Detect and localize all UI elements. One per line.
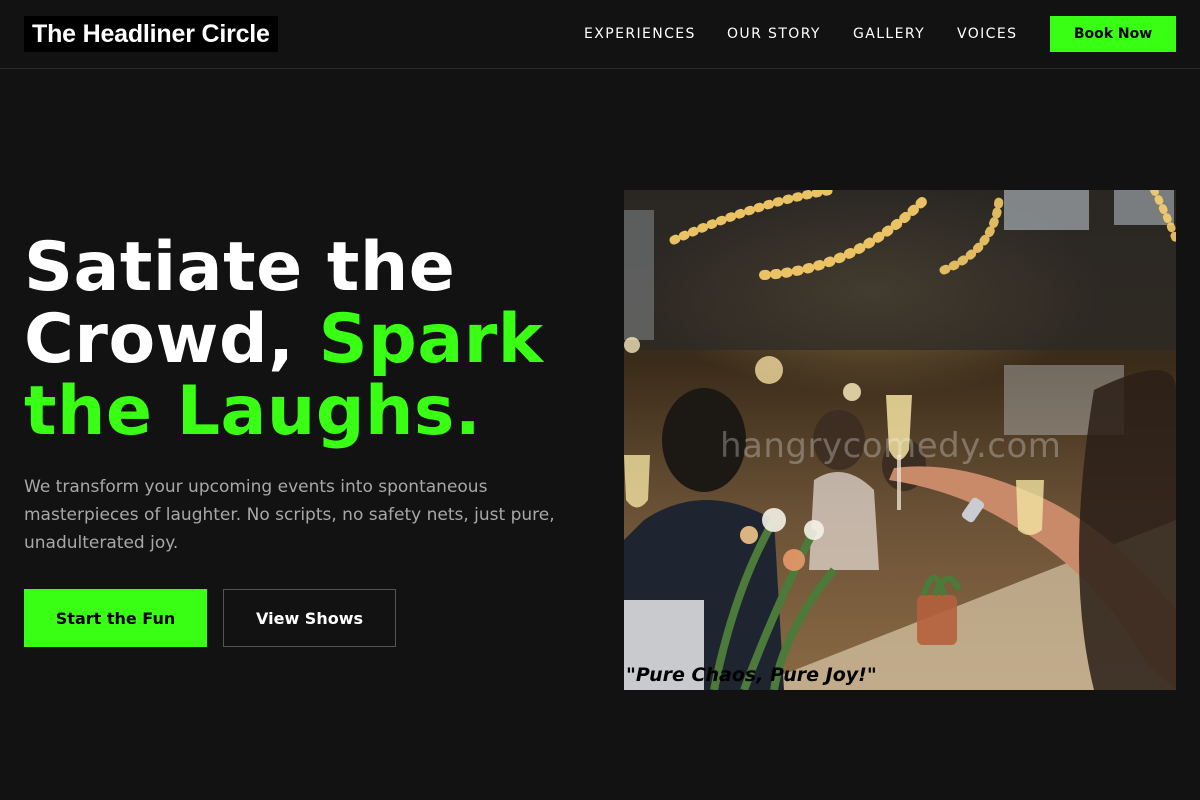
hero-subtitle: We transform your upcoming events into s… [24, 477, 555, 553]
photo-caption: "Pure Chaos, Pure Joy!" [626, 664, 877, 686]
hero-title-accent-word: Spark [318, 300, 544, 379]
view-shows-button[interactable]: View Shows [223, 589, 396, 647]
brand-logo[interactable]: The Headliner Circle [24, 16, 278, 52]
photo-watermark: hangrycomedy.com [720, 426, 1062, 466]
hero-title: Satiate the Crowd, Spark the Laughs. [24, 232, 604, 448]
nav-link-gallery[interactable]: GALLERY [853, 25, 925, 43]
site-header: The Headliner Circle EXPERIENCES OUR STO… [0, 0, 1200, 69]
nav-link-experiences[interactable]: EXPERIENCES [584, 25, 696, 43]
hero-photo: hangrycomedy.com "Pure Chaos, Pure Joy!" [624, 190, 1176, 690]
book-now-button[interactable]: Book Now [1050, 16, 1176, 52]
nav-link-voices[interactable]: VOICES [957, 25, 1017, 43]
hero-title-line2: Crowd, [24, 300, 319, 379]
hero-title-accent-line: the Laughs. [24, 372, 482, 451]
nav-link-our-story[interactable]: OUR STORY [727, 25, 821, 43]
hero-title-line1: Satiate the [24, 228, 456, 307]
start-the-fun-button[interactable]: Start the Fun [24, 589, 207, 647]
